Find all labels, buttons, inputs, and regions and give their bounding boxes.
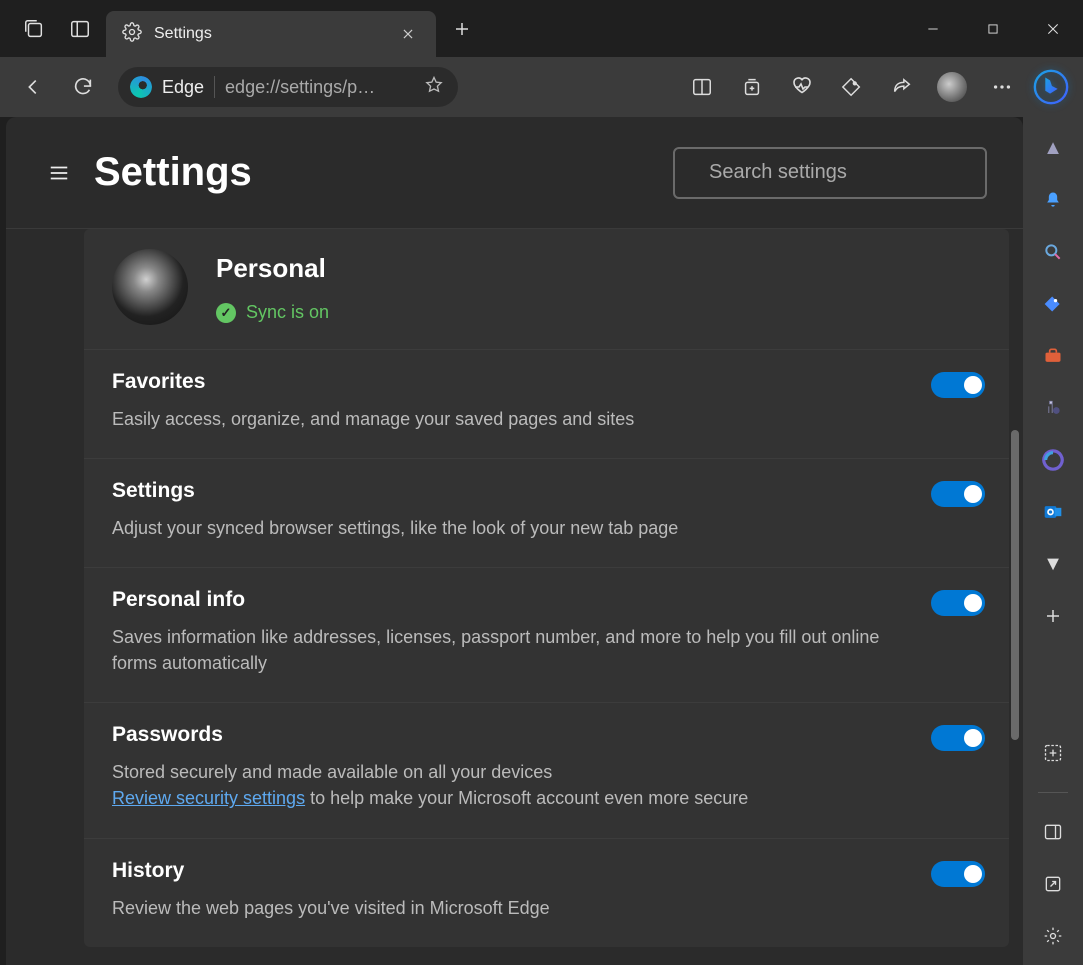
collections-icon[interactable] [729,64,775,110]
minimize-button[interactable] [903,0,963,57]
collapse-icon[interactable]: ▲ [1036,131,1070,165]
back-button[interactable] [10,64,56,110]
outlook-sidebar-icon[interactable] [1036,495,1070,529]
address-label: Edge [162,77,204,98]
open-external-icon[interactable] [1036,867,1070,901]
more-menu-icon[interactable] [979,64,1025,110]
separator [214,76,215,98]
sync-status-label: Sync is on [246,302,329,323]
m365-sidebar-icon[interactable] [1036,443,1070,477]
search-sidebar-icon[interactable] [1036,235,1070,269]
titlebar: Settings [0,0,1083,57]
review-security-link[interactable]: Review security settings [112,788,305,808]
panel-icon[interactable] [1036,815,1070,849]
shopping-icon[interactable] [829,64,875,110]
setting-title: Favorites [112,370,981,394]
menu-button[interactable] [42,156,76,190]
tab-title: Settings [154,25,382,43]
notifications-icon[interactable] [1036,183,1070,217]
close-tab-button[interactable] [394,20,422,48]
toggle-passwords[interactable] [931,725,985,751]
setting-title: Personal info [112,588,981,612]
toggle-history[interactable] [931,861,985,887]
tools-sidebar-icon[interactable] [1036,339,1070,373]
check-icon: ✓ [216,303,236,323]
setting-desc: Easily access, organize, and manage your… [112,406,892,432]
edge-sidebar: ▲ ▼ [1023,117,1083,965]
profile-avatar[interactable] [929,64,975,110]
edge-logo-icon [130,76,152,98]
share-icon[interactable] [879,64,925,110]
setting-title: History [112,859,981,883]
maximize-button[interactable] [963,0,1023,57]
vertical-tabs-icon[interactable] [66,15,94,43]
shopping-sidebar-icon[interactable] [1036,287,1070,321]
refresh-button[interactable] [60,64,106,110]
toggle-settings[interactable] [931,481,985,507]
expand-icon[interactable]: ▼ [1036,547,1070,581]
split-screen-icon[interactable] [679,64,725,110]
setting-desc: Review the web pages you've visited in M… [112,895,892,921]
setting-history: History Review the web pages you've visi… [84,839,1009,947]
favorite-star-icon[interactable] [424,75,444,100]
scrollbar-thumb[interactable] [1011,430,1019,740]
browser-tab[interactable]: Settings [106,11,436,57]
toggle-favorites[interactable] [931,372,985,398]
gear-icon [122,22,142,47]
toggle-personal-info[interactable] [931,590,985,616]
sync-status: ✓ Sync is on [216,302,329,323]
page-title: Settings [94,150,673,195]
setting-desc: Stored securely and made available on al… [112,759,892,811]
address-bar[interactable]: Edge edge://settings/p… [118,67,458,107]
settings-sidebar-icon[interactable] [1036,919,1070,953]
settings-page: Settings Personal ✓ Sync is on Favorites… [6,117,1023,965]
setting-desc: Saves information like addresses, licens… [112,624,892,676]
setting-personal-info: Personal info Saves information like add… [84,568,1009,703]
setting-title: Passwords [112,723,981,747]
profile-name: Personal [216,253,329,284]
health-icon[interactable] [779,64,825,110]
close-window-button[interactable] [1023,0,1083,57]
tab-spaces-icon[interactable] [20,15,48,43]
search-settings[interactable] [673,147,987,199]
address-url: edge://settings/p… [225,77,375,98]
add-sidebar-icon[interactable] [1036,599,1070,633]
search-input[interactable] [709,161,974,184]
setting-favorites: Favorites Easily access, organize, and m… [84,350,1009,459]
new-tab-button[interactable] [442,9,482,49]
profile-avatar-large [112,249,188,325]
setting-title: Settings [112,479,981,503]
games-sidebar-icon[interactable] [1036,391,1070,425]
profile-section: Personal ✓ Sync is on [84,229,1009,350]
toolbar: Edge edge://settings/p… [0,57,1083,117]
screenshot-icon[interactable] [1036,736,1070,770]
setting-desc: Adjust your synced browser settings, lik… [112,515,892,541]
setting-settings: Settings Adjust your synced browser sett… [84,459,1009,568]
bing-chat-icon[interactable] [1029,65,1073,109]
setting-passwords: Passwords Stored securely and made avail… [84,703,1009,838]
